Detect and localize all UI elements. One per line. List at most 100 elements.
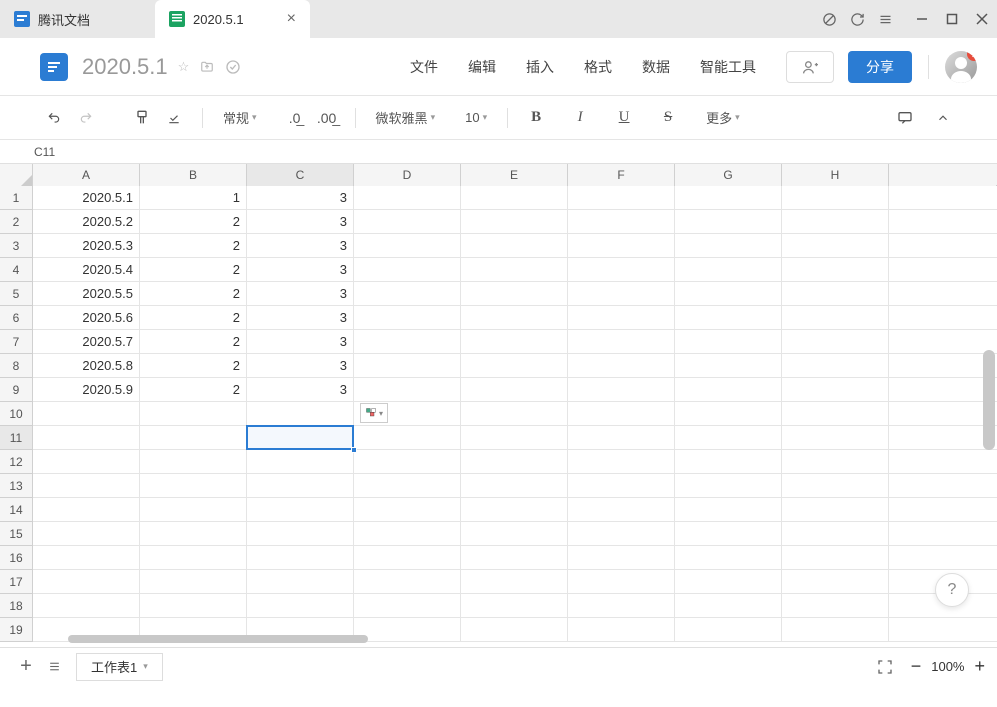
tab-home[interactable]: 腾讯文档 [0, 0, 155, 38]
cell[interactable] [782, 210, 889, 234]
cell[interactable] [568, 378, 675, 402]
cell[interactable] [782, 522, 889, 546]
cell[interactable] [889, 378, 997, 402]
cell[interactable] [461, 402, 568, 426]
comment-button[interactable] [891, 104, 919, 132]
cell[interactable]: 2 [140, 282, 247, 306]
cell[interactable] [782, 450, 889, 474]
cell[interactable] [461, 354, 568, 378]
cell[interactable] [33, 498, 140, 522]
cell[interactable] [140, 450, 247, 474]
row-header[interactable]: 1 [0, 186, 33, 210]
cell[interactable] [354, 594, 461, 618]
cell[interactable] [461, 570, 568, 594]
cell[interactable]: 3 [247, 234, 354, 258]
cell[interactable] [247, 594, 354, 618]
cell[interactable] [675, 306, 782, 330]
increase-decimal-button[interactable]: .00̲ [313, 104, 341, 132]
cell[interactable]: 2020.5.4 [33, 258, 140, 282]
cell[interactable]: 2 [140, 306, 247, 330]
cell[interactable] [782, 306, 889, 330]
cell[interactable] [354, 258, 461, 282]
cell[interactable] [568, 426, 675, 450]
paste-options-button[interactable]: ▾ [360, 403, 388, 423]
cell[interactable] [889, 450, 997, 474]
cell[interactable] [140, 546, 247, 570]
cell[interactable]: 2020.5.8 [33, 354, 140, 378]
cell[interactable] [675, 594, 782, 618]
row-header[interactable]: 2 [0, 210, 33, 234]
cell[interactable] [889, 282, 997, 306]
cell[interactable] [461, 618, 568, 642]
close-icon[interactable]: × [287, 10, 296, 28]
cell[interactable] [568, 186, 675, 210]
row-header[interactable]: 7 [0, 330, 33, 354]
column-header[interactable]: H [782, 164, 889, 186]
cell[interactable] [354, 570, 461, 594]
strikethrough-button[interactable]: S [654, 104, 682, 132]
cell[interactable] [889, 426, 997, 450]
row-header[interactable]: 16 [0, 546, 33, 570]
zoom-level[interactable]: 100% [931, 659, 964, 674]
cell[interactable] [568, 546, 675, 570]
cell[interactable] [247, 570, 354, 594]
cell[interactable]: 2 [140, 234, 247, 258]
cell[interactable]: 2 [140, 378, 247, 402]
cell[interactable] [33, 474, 140, 498]
cell[interactable] [140, 402, 247, 426]
cell[interactable]: 3 [247, 354, 354, 378]
cell[interactable] [782, 282, 889, 306]
cell[interactable] [889, 258, 997, 282]
cell[interactable] [461, 426, 568, 450]
cell[interactable]: 3 [247, 282, 354, 306]
cell[interactable] [889, 186, 997, 210]
cell[interactable] [247, 450, 354, 474]
undo-button[interactable] [40, 104, 68, 132]
cell[interactable] [354, 450, 461, 474]
cell[interactable] [568, 330, 675, 354]
cell[interactable] [782, 354, 889, 378]
all-sheets-button[interactable] [40, 653, 68, 681]
cell[interactable] [33, 522, 140, 546]
cell[interactable] [782, 330, 889, 354]
cell[interactable] [461, 210, 568, 234]
cell[interactable] [782, 258, 889, 282]
menu-file[interactable]: 文件 [410, 57, 438, 77]
row-header[interactable]: 13 [0, 474, 33, 498]
zoom-out-button[interactable]: − [911, 656, 922, 677]
decrease-decimal-button[interactable]: .0̲ [281, 104, 309, 132]
cell[interactable] [33, 546, 140, 570]
cell[interactable] [461, 546, 568, 570]
cell[interactable] [354, 330, 461, 354]
cell[interactable] [354, 186, 461, 210]
cell[interactable]: 2020.5.7 [33, 330, 140, 354]
row-header[interactable]: 19 [0, 618, 33, 642]
menu-smart-tools[interactable]: 智能工具 [700, 57, 756, 77]
cell[interactable] [675, 330, 782, 354]
collapse-toolbar-button[interactable] [929, 104, 957, 132]
cell[interactable] [461, 330, 568, 354]
cell[interactable] [140, 498, 247, 522]
close-window-button[interactable] [967, 0, 997, 38]
cell[interactable]: 3 [247, 306, 354, 330]
cell[interactable] [568, 258, 675, 282]
cell[interactable]: 2 [140, 210, 247, 234]
cell[interactable] [675, 618, 782, 642]
folder-move-icon[interactable] [199, 60, 215, 74]
cell[interactable] [33, 594, 140, 618]
cell[interactable] [247, 402, 354, 426]
underline-button[interactable]: U [610, 104, 638, 132]
cell[interactable] [568, 498, 675, 522]
row-header[interactable]: 15 [0, 522, 33, 546]
cell[interactable] [675, 474, 782, 498]
cell[interactable] [889, 306, 997, 330]
cell[interactable] [33, 402, 140, 426]
cell[interactable] [461, 474, 568, 498]
document-title[interactable]: 2020.5.1 [82, 54, 168, 80]
row-header[interactable]: 8 [0, 354, 33, 378]
column-header[interactable]: B [140, 164, 247, 186]
cell[interactable] [675, 258, 782, 282]
column-header[interactable]: F [568, 164, 675, 186]
cell[interactable] [675, 402, 782, 426]
format-painter-button[interactable] [128, 104, 156, 132]
